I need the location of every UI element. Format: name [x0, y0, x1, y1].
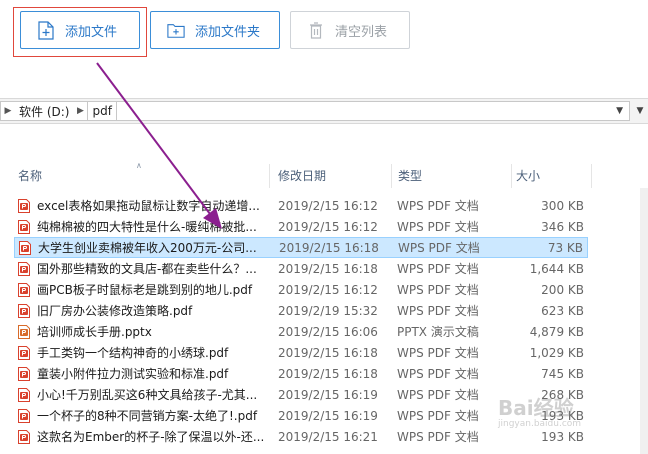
watermark-text: Bai经验 — [498, 396, 574, 420]
annotation-arrow — [96, 62, 222, 229]
watermark-subtext: jingyan.baidu.com — [498, 419, 582, 429]
watermark: Bai经验 jingyan.baidu.com — [498, 392, 581, 429]
